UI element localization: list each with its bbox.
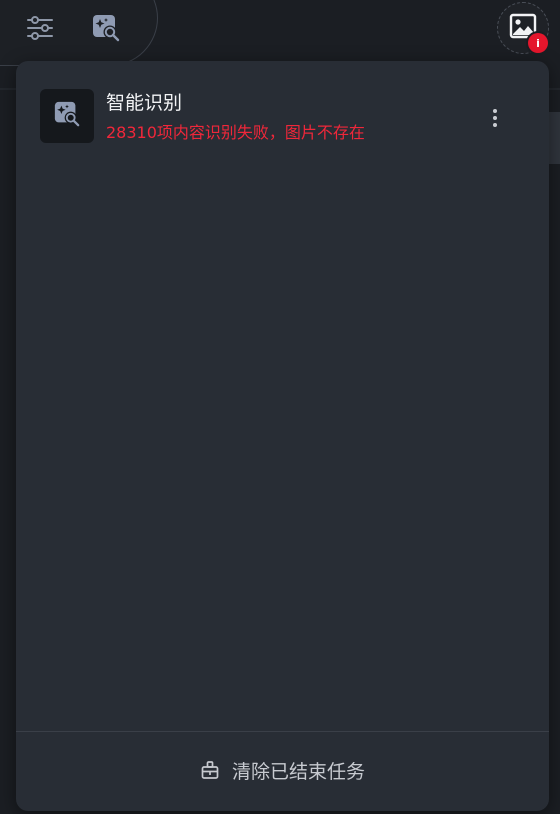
sliders-icon: [26, 14, 54, 42]
task-status-error: 28310项内容识别失败，图片不存在: [106, 123, 365, 142]
clear-finished-tasks-button[interactable]: 清除已结束任务: [16, 732, 549, 811]
more-dot: [493, 123, 497, 127]
task-popover: 智能识别 28310项内容识别失败，图片不存在 清除已结束任务: [16, 61, 549, 811]
task-thumbnail: [40, 89, 94, 143]
info-icon: i: [536, 36, 540, 50]
smart-recognition-button[interactable]: [86, 8, 126, 48]
image-search-sparkle-icon: [91, 13, 121, 43]
error-badge: i: [528, 33, 548, 53]
clear-finished-label: 清除已结束任务: [231, 760, 365, 783]
more-options-button[interactable]: [482, 103, 508, 133]
background-panel-edge: [548, 112, 560, 164]
app-root: i 智能识别 28310项内容识别失败，图片不存在 清除已结束任务: [0, 0, 560, 814]
filter-button[interactable]: [20, 8, 60, 48]
more-dot: [493, 109, 497, 113]
broom-icon: [200, 760, 220, 784]
image-search-sparkle-icon: [53, 100, 81, 132]
task-list-item[interactable]: 智能识别 28310项内容识别失败，图片不存在: [16, 79, 549, 143]
more-dot: [493, 116, 497, 120]
task-title: 智能识别: [106, 92, 183, 114]
top-toolbar: i: [0, 0, 560, 66]
